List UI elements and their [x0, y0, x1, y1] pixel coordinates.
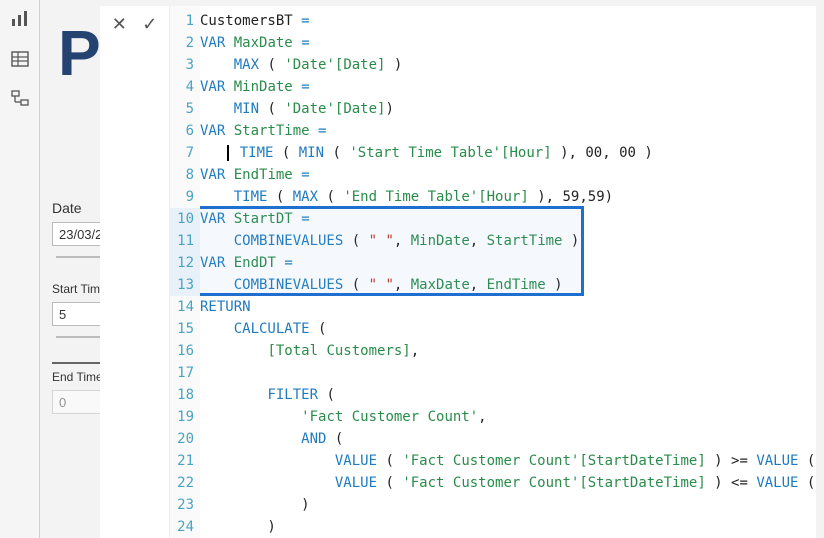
formula-bar-controls: ✕ ✓: [100, 6, 170, 538]
dax-code-editor[interactable]: CustomersBT =VAR MaxDate = MAX ( 'Date'[…: [200, 6, 816, 538]
left-view-bar: [0, 0, 40, 538]
formula-bar: ✕ ✓ 123456789101112131415161718192021222…: [100, 6, 816, 538]
data-view-icon[interactable]: [9, 48, 31, 70]
discard-button[interactable]: ✕: [108, 12, 131, 36]
commit-button[interactable]: ✓: [139, 12, 162, 36]
app-root: PR Date 23/03/2021 Start Time 5 End Time…: [0, 0, 824, 538]
model-view-icon[interactable]: [9, 88, 31, 110]
line-number-gutter: 123456789101112131415161718192021222324: [170, 6, 200, 538]
main-area: PR Date 23/03/2021 Start Time 5 End Time…: [40, 0, 824, 538]
report-view-icon[interactable]: [9, 8, 31, 30]
